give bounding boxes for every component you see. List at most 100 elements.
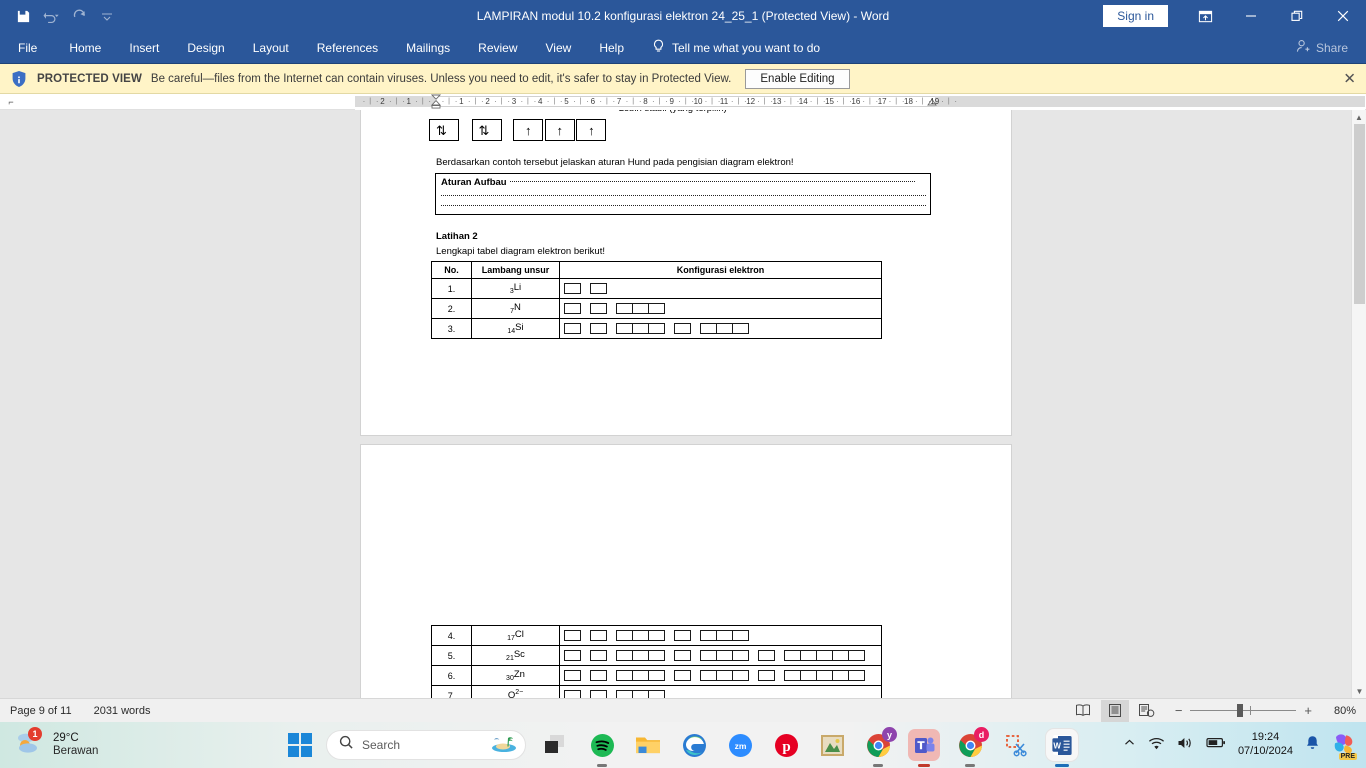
- tab-view[interactable]: View: [532, 32, 586, 64]
- configuration-cell[interactable]: [559, 645, 882, 666]
- zoom-level[interactable]: 80%: [1322, 705, 1356, 717]
- enable-editing-button[interactable]: Enable Editing: [745, 68, 850, 89]
- orbital-box[interactable]: [674, 630, 691, 641]
- orbital-box[interactable]: [564, 670, 581, 681]
- orbital-box[interactable]: [564, 323, 581, 334]
- taskbar-app-microsoft-edge[interactable]: [678, 729, 710, 761]
- orbital-box[interactable]: [832, 650, 849, 661]
- orbital-box[interactable]: [848, 670, 865, 681]
- orbital-box[interactable]: [632, 650, 649, 661]
- configuration-cell[interactable]: [559, 665, 882, 686]
- orbital-box[interactable]: [716, 670, 733, 681]
- taskbar-app-windows-start[interactable]: [288, 733, 312, 757]
- undo-icon[interactable]: [38, 4, 64, 28]
- restore-icon[interactable]: [1274, 0, 1320, 32]
- orbital-box[interactable]: [674, 323, 691, 334]
- orbital-box[interactable]: [590, 283, 607, 294]
- orbital-box[interactable]: [648, 690, 665, 698]
- orbital-box[interactable]: [784, 650, 801, 661]
- taskbar-app-chrome-y[interactable]: y: [862, 727, 897, 767]
- customize-quick-access-toolbar-icon[interactable]: [94, 4, 120, 28]
- orbital-box[interactable]: [816, 670, 833, 681]
- page-info[interactable]: Page 9 of 11: [10, 705, 72, 717]
- orbital-box[interactable]: [632, 323, 649, 334]
- taskbar-app-spotify[interactable]: [586, 729, 618, 767]
- close-icon[interactable]: ✕: [1343, 71, 1356, 86]
- orbital-box[interactable]: [590, 690, 607, 698]
- orbital-box[interactable]: [832, 670, 849, 681]
- orbital-box[interactable]: [732, 323, 749, 334]
- tab-home[interactable]: Home: [55, 32, 115, 64]
- copilot-icon[interactable]: PRE: [1332, 732, 1357, 760]
- word-count[interactable]: 2031 words: [94, 705, 151, 717]
- orbital-box[interactable]: [632, 670, 649, 681]
- zoom-slider[interactable]: − +: [1175, 703, 1312, 718]
- orbital-box[interactable]: [758, 650, 775, 661]
- taskbar-app-word[interactable]: W: [1046, 729, 1078, 767]
- scroll-up-arrow-icon[interactable]: ▲: [1352, 110, 1366, 124]
- taskbar-app-microsoft-teams[interactable]: [908, 729, 940, 767]
- tab-stop-selector[interactable]: ⌐: [0, 94, 22, 109]
- orbital-box[interactable]: [564, 283, 581, 294]
- orbital-box[interactable]: [564, 630, 581, 641]
- orbital-box[interactable]: [616, 323, 633, 334]
- orbital-box[interactable]: [616, 650, 633, 661]
- tell-me-box[interactable]: Tell me what you want to do: [638, 39, 820, 57]
- orbital-box[interactable]: [632, 303, 649, 314]
- horizontal-ruler[interactable]: 2 1 1 2 3 4 5 6 7 8 9 10 11 12 13 14 15 16 17 18 19 · | · · | · · | ·…: [355, 94, 1365, 110]
- orbital-box[interactable]: [784, 670, 801, 681]
- scroll-down-arrow-icon[interactable]: ▼: [1352, 684, 1366, 698]
- zoom-thumb[interactable]: [1237, 704, 1244, 717]
- orbital-box[interactable]: [700, 630, 717, 641]
- orbital-box[interactable]: [590, 303, 607, 314]
- orbital-box[interactable]: [732, 630, 749, 641]
- orbital-box[interactable]: [716, 630, 733, 641]
- orbital-box[interactable]: [632, 690, 649, 698]
- orbital-box[interactable]: [616, 303, 633, 314]
- taskbar-app-chrome-d[interactable]: d: [954, 727, 989, 767]
- tab-help[interactable]: Help: [585, 32, 638, 64]
- tab-design[interactable]: Design: [173, 32, 238, 64]
- orbital-box[interactable]: [590, 630, 607, 641]
- tab-insert[interactable]: Insert: [115, 32, 173, 64]
- tab-file[interactable]: File: [0, 32, 55, 64]
- orbital-box[interactable]: [648, 323, 665, 334]
- orbital-box[interactable]: [700, 323, 717, 334]
- configuration-cell[interactable]: [559, 625, 882, 646]
- web-layout-icon[interactable]: [1133, 700, 1161, 722]
- electron-config-table-page2[interactable]: 4.17Cl5.21Sc6.30Zn7.O2−8.Al3+9.Fe3+10.Zn…: [431, 625, 882, 698]
- document-workspace[interactable]: ⇅ ⇅ ↑ ↑ ↑ Lebih stabil (yang terpil: [0, 110, 1366, 698]
- orbital-box[interactable]: [732, 670, 749, 681]
- ribbon-display-options-icon[interactable]: [1182, 0, 1228, 32]
- orbital-box[interactable]: [564, 303, 581, 314]
- configuration-cell[interactable]: [559, 298, 882, 319]
- taskbar-app-task-view[interactable]: [540, 729, 572, 761]
- configuration-cell[interactable]: [559, 318, 882, 339]
- orbital-box[interactable]: [632, 630, 649, 641]
- orbital-box[interactable]: [800, 670, 817, 681]
- orbital-box[interactable]: [716, 323, 733, 334]
- taskbar-app-pinterest[interactable]: p: [770, 729, 802, 761]
- tab-references[interactable]: References: [303, 32, 392, 64]
- left-indent-marker[interactable]: [430, 94, 442, 110]
- zoom-out-button[interactable]: −: [1175, 703, 1183, 718]
- sign-in-button[interactable]: Sign in: [1103, 5, 1168, 27]
- orbital-box[interactable]: [800, 650, 817, 661]
- taskbar-app-snipping-tool[interactable]: [1000, 729, 1032, 761]
- configuration-cell[interactable]: [559, 685, 882, 698]
- orbital-box[interactable]: [564, 650, 581, 661]
- read-mode-icon[interactable]: [1069, 700, 1097, 722]
- answer-box-aturan-aufbau[interactable]: Aturan Aufbau: [435, 173, 931, 215]
- orbital-box[interactable]: [648, 303, 665, 314]
- orbital-box[interactable]: [674, 650, 691, 661]
- tab-layout[interactable]: Layout: [239, 32, 303, 64]
- zoom-track[interactable]: [1190, 704, 1297, 717]
- orbital-box[interactable]: [816, 650, 833, 661]
- orbital-box[interactable]: [616, 670, 633, 681]
- redo-icon[interactable]: [66, 4, 92, 28]
- scrollbar-thumb[interactable]: [1354, 124, 1365, 304]
- orbital-box[interactable]: [648, 650, 665, 661]
- minimize-icon[interactable]: [1228, 0, 1274, 32]
- tab-review[interactable]: Review: [464, 32, 531, 64]
- vertical-scrollbar[interactable]: ▲ ▼: [1351, 110, 1366, 698]
